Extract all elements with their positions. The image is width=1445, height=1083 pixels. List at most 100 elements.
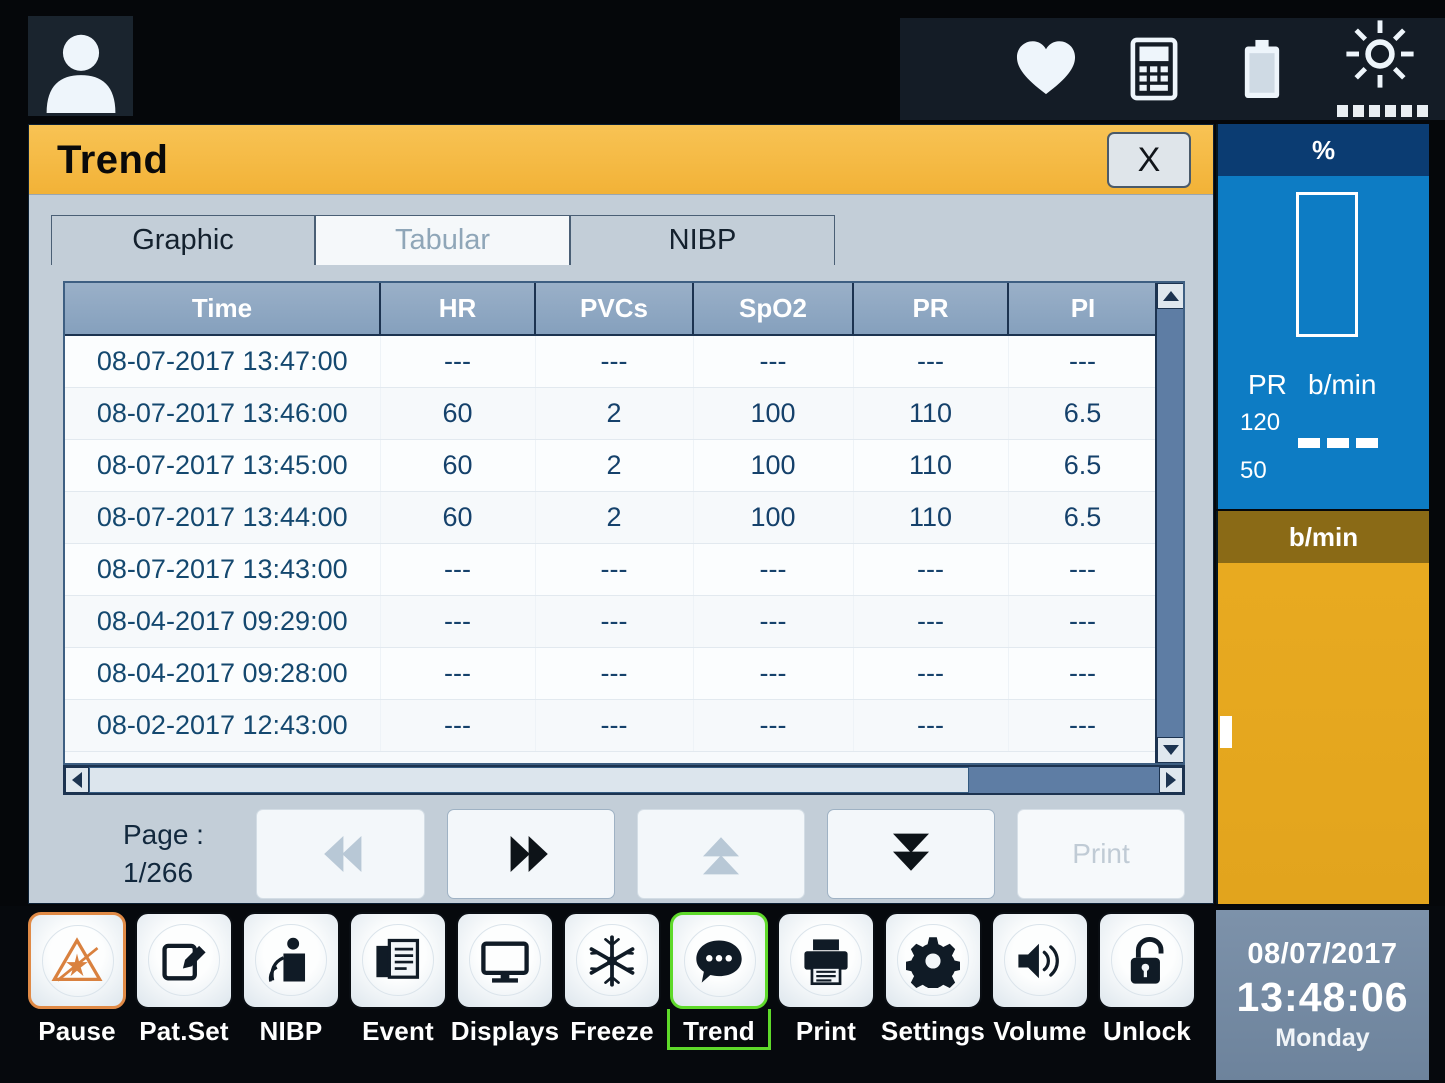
toolbar-button-pause[interactable]: Pause: [28, 912, 126, 1050]
toolbar-button-label: Pat.Set: [139, 1016, 229, 1046]
double-arrow-down-icon: [892, 833, 929, 871]
toolbar-button-nibp[interactable]: NIBP: [242, 912, 340, 1050]
toolbar-button-face[interactable]: [135, 912, 233, 1009]
toolbar-button-settings[interactable]: Settings: [881, 912, 985, 1050]
toolbar-button-face[interactable]: [242, 912, 340, 1009]
toolbar-button-label: Unlock: [1103, 1016, 1191, 1046]
battery-icon[interactable]: [1229, 34, 1295, 104]
scrollbar-down-arrow[interactable]: [1157, 737, 1183, 763]
brightness-control[interactable]: [1337, 19, 1428, 119]
trend-dialog: Trend X Graphic Tabular NIBP Time HR PVC…: [28, 124, 1214, 904]
toolbar-button-event[interactable]: Event: [349, 912, 447, 1050]
monitor-icon: [481, 941, 529, 983]
column-header-spo2[interactable]: SpO2: [693, 283, 854, 336]
toolbar-button-face[interactable]: [456, 912, 554, 1009]
toolbar-button-trend[interactable]: Trend: [667, 912, 771, 1050]
horizontal-scrollbar[interactable]: [63, 765, 1185, 795]
table-row[interactable]: 08-02-2017 12:43:00 --- --- --- --- ---: [65, 699, 1158, 752]
cell-value: ---: [380, 647, 536, 700]
horizontal-scrollbar-thumb[interactable]: [89, 767, 969, 793]
cell-value: 6.5: [1008, 387, 1158, 440]
table-row[interactable]: 08-07-2017 13:46:00 60 2 100 110 6.5: [65, 387, 1158, 440]
print-button[interactable]: Print: [1016, 809, 1186, 899]
documents-icon: [376, 938, 420, 979]
cell-value: ---: [535, 595, 694, 648]
cell-value: ---: [1008, 543, 1158, 596]
toolbar-button-label: Pause: [38, 1016, 116, 1046]
toolbar-button-unlock[interactable]: Unlock: [1098, 912, 1196, 1050]
clock-date: 08/07/2017: [1247, 937, 1398, 970]
toolbar-button-displays[interactable]: Displays: [451, 912, 559, 1050]
cell-value: ---: [380, 543, 536, 596]
table-row[interactable]: 08-07-2017 13:45:00 60 2 100 110 6.5: [65, 439, 1158, 492]
heart-icon[interactable]: [1013, 34, 1079, 104]
speaker-icon: [1018, 943, 1059, 978]
cell-value: 6.5: [1008, 491, 1158, 544]
toolbar-button-face[interactable]: [670, 912, 768, 1009]
tab-tabular[interactable]: Tabular: [315, 215, 570, 265]
cell-value: ---: [853, 543, 1009, 596]
scroll-up-button[interactable]: [636, 809, 805, 899]
edit-patient-icon: [162, 943, 206, 980]
toolbar-button-label: Displays: [450, 1016, 560, 1046]
toolbar-button-print[interactable]: Print: [777, 912, 875, 1050]
column-header-hr[interactable]: HR: [380, 283, 536, 336]
pr-panel-marker: [1220, 716, 1232, 748]
clock-time: 13:48:06: [1236, 973, 1409, 1020]
toolbar-button-face[interactable]: [28, 912, 126, 1009]
table-row[interactable]: 08-07-2017 13:47:00 --- --- --- --- ---: [65, 335, 1158, 388]
double-arrow-up-icon: [702, 837, 739, 875]
page-indicator: Page : 1/266: [63, 816, 256, 892]
trend-bubble-icon: [696, 939, 742, 983]
cell-value: 110: [853, 491, 1009, 544]
patient-avatar[interactable]: [28, 16, 133, 116]
close-button[interactable]: X: [1107, 132, 1191, 188]
cell-value: 60: [380, 439, 536, 492]
nibp-module-icon[interactable]: [1121, 34, 1187, 104]
toolbar-button-patset[interactable]: Pat.Set: [135, 912, 233, 1050]
column-header-pvcs[interactable]: PVCs: [535, 283, 694, 336]
table-header-row: Time HR PVCs SpO2 PR PI: [65, 283, 1157, 336]
cell-value: ---: [380, 335, 536, 388]
column-header-pr[interactable]: PR: [853, 283, 1009, 336]
scrollbar-right-arrow[interactable]: [1159, 767, 1183, 793]
toolbar-button-label: Freeze: [570, 1016, 654, 1046]
toolbar-button-freeze[interactable]: Freeze: [563, 912, 661, 1050]
table-row[interactable]: 08-04-2017 09:29:00 --- --- --- --- ---: [65, 595, 1158, 648]
toolbar-button-face[interactable]: [349, 912, 447, 1009]
spo2-panel[interactable]: % PR b/min 120 50: [1216, 124, 1429, 509]
toolbar-button-face[interactable]: [884, 912, 982, 1009]
prev-page-button[interactable]: [256, 809, 425, 899]
column-header-pi[interactable]: PI: [1008, 283, 1157, 336]
table-row[interactable]: 08-07-2017 13:44:00 60 2 100 110 6.5: [65, 491, 1158, 544]
bottom-toolbar: Pause Pat.Set NIBP Event Displays Freeze Trend…: [0, 906, 1445, 1083]
cell-value: 60: [380, 491, 536, 544]
vertical-scrollbar[interactable]: [1155, 283, 1183, 763]
pr-panel[interactable]: b/min: [1216, 511, 1429, 904]
toolbar-button-face[interactable]: [991, 912, 1089, 1009]
scrollbar-left-arrow[interactable]: [65, 767, 89, 793]
scroll-down-button[interactable]: [826, 809, 995, 899]
table-row[interactable]: 08-07-2017 13:43:00 --- --- --- --- ---: [65, 543, 1158, 596]
scrollbar-up-arrow[interactable]: [1157, 283, 1183, 309]
toolbar-button-volume[interactable]: Volume: [991, 912, 1089, 1050]
cell-value: 110: [853, 387, 1009, 440]
next-page-button[interactable]: [446, 809, 615, 899]
table-row[interactable]: 08-04-2017 09:28:00 --- --- --- --- ---: [65, 647, 1158, 700]
dialog-titlebar: Trend X: [29, 125, 1213, 195]
parameter-panels: % PR b/min 120 50 b/min: [1216, 124, 1429, 904]
cell-value: ---: [693, 595, 854, 648]
toolbar-button-face[interactable]: [777, 912, 875, 1009]
cell-value: ---: [380, 595, 536, 648]
tab-nibp[interactable]: NIBP: [570, 215, 835, 265]
tab-graphic[interactable]: Graphic: [51, 215, 315, 265]
toolbar-button-label: Trend: [683, 1016, 755, 1046]
column-header-time[interactable]: Time: [65, 283, 381, 336]
brightness-level-indicator: [1337, 105, 1428, 117]
toolbar-button-face[interactable]: [1098, 912, 1196, 1009]
double-arrow-left-icon: [323, 836, 361, 872]
toolbar-button-face[interactable]: [563, 912, 661, 1009]
patient-avatar-icon: [46, 34, 115, 113]
cell-value: ---: [380, 699, 536, 752]
trend-table-frame: Time HR PVCs SpO2 PR PI 08-07-2017 13:47…: [63, 281, 1185, 765]
